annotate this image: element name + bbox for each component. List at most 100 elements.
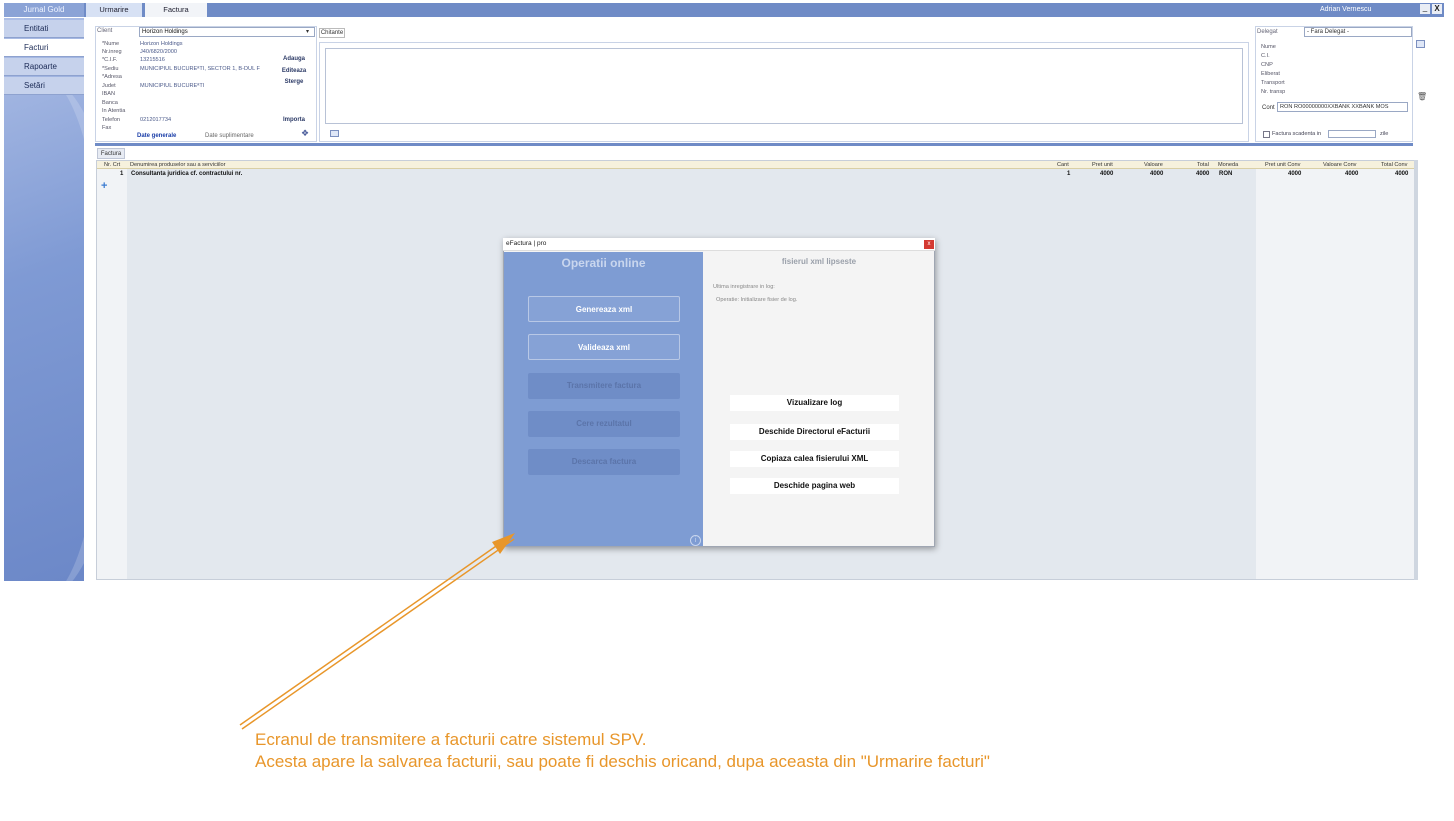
sidebar-item-setari[interactable]: Setări xyxy=(4,77,84,95)
genereaza-xml-button[interactable]: Genereaza xml xyxy=(528,296,680,322)
client-select[interactable]: Horizon Holdings xyxy=(139,27,315,37)
delegat-field-label: Nume xyxy=(1261,44,1276,50)
delete-client-button[interactable]: Sterge xyxy=(278,79,310,85)
scadenta-days-input[interactable] xyxy=(1328,130,1376,138)
cere-rezultatul-button[interactable]: Cere rezultatul xyxy=(528,411,680,437)
scadenta-unit: zile xyxy=(1380,131,1389,137)
sidebar-item-rapoarte[interactable]: Rapoarte xyxy=(4,58,84,76)
grid-row-header xyxy=(97,168,127,579)
column-header[interactable]: Valoare xyxy=(1144,161,1163,169)
client-field-label: *Adresa xyxy=(102,74,122,80)
delegat-label: Delegat xyxy=(1257,29,1278,35)
chitante-list[interactable] xyxy=(325,48,1243,124)
sidebar-item-facturi[interactable]: Facturi xyxy=(4,39,84,57)
section-separator xyxy=(95,143,1413,146)
client-label: Client xyxy=(97,28,113,34)
annotation-line-2: Acesta apare la salvarea facturii, sau p… xyxy=(255,752,990,771)
client-field-value: J40/6820/2000 xyxy=(140,49,178,55)
close-window-button[interactable]: X xyxy=(1432,4,1442,14)
chevron-down-icon[interactable]: ▾ xyxy=(306,28,309,35)
tab-factura[interactable]: Factura xyxy=(145,3,207,17)
transmitere-factura-button[interactable]: Transmitere factura xyxy=(528,373,680,399)
column-header[interactable]: Total xyxy=(1197,161,1209,169)
cell-value[interactable]: 4000 xyxy=(1150,170,1163,178)
sidebar-item-entitati[interactable]: Entitati xyxy=(4,20,84,38)
app-title: Jurnal Gold xyxy=(4,3,84,17)
operations-title: Operatii online xyxy=(561,256,646,270)
cell-unit-price[interactable]: 4000 xyxy=(1100,170,1113,178)
cell-quantity[interactable]: 1 xyxy=(1067,170,1070,178)
cont-label: Cont xyxy=(1262,105,1275,111)
dialog-title: eFactura | pro xyxy=(506,240,547,247)
client-field-label: *C.I.F. xyxy=(102,57,118,63)
client-field-label: *Sediu xyxy=(102,66,119,72)
column-header[interactable]: Moneda xyxy=(1218,161,1238,169)
annotation-arrow xyxy=(239,533,515,730)
last-log-operation: Operatie: Initializare fisier de log. xyxy=(716,297,798,303)
cell-nr-crt[interactable]: 1 xyxy=(120,170,123,178)
sidebar xyxy=(4,18,84,581)
user-name: Adrian Vernescu xyxy=(1320,6,1372,13)
column-header[interactable]: Pret unit xyxy=(1092,161,1113,169)
top-bar xyxy=(4,3,1444,17)
client-field-value: MUNICIPIUL BUCUREªTI, SECTOR 1, B-DUL F xyxy=(140,66,260,72)
edit-client-button[interactable]: Editeaza xyxy=(278,68,310,74)
sidebar-decoration xyxy=(4,78,84,581)
delegat-field-label: Eliberat xyxy=(1261,71,1280,77)
grid-conv-area xyxy=(1256,168,1414,579)
scadenta-checkbox[interactable] xyxy=(1263,131,1270,138)
cont-select[interactable]: RON RO00000000XXBANK XXBANK MOS xyxy=(1277,102,1408,112)
import-client-button[interactable]: Importa xyxy=(278,117,310,123)
cell-product-name[interactable]: Consultanta juridica cf. contractului nr… xyxy=(131,170,242,178)
scadenta-label: Factura scadenta in xyxy=(1272,131,1322,137)
client-field-value: 0212017734 xyxy=(140,117,172,123)
client-field-value: MUNICIPIUL BUCUREªTI xyxy=(140,83,205,89)
minimize-button[interactable]: _ xyxy=(1420,4,1430,14)
deschide-director-button[interactable]: Deschide Directorul eFacturii xyxy=(730,424,899,440)
column-header[interactable]: Denumirea produselor sau a serviciilor xyxy=(130,161,225,169)
column-header[interactable]: Pret unit Conv xyxy=(1265,161,1300,169)
client-field-label: Judet xyxy=(102,83,116,89)
cell-currency[interactable]: RON xyxy=(1219,170,1232,178)
grid-scrollbar[interactable] xyxy=(1414,160,1418,580)
trash-icon[interactable]: 🗑 xyxy=(1417,92,1427,101)
vizualizare-log-button[interactable]: Vizualizare log xyxy=(730,395,899,411)
tab-chitante[interactable]: Chitante xyxy=(319,28,345,38)
client-field-label: *Nume xyxy=(102,41,120,47)
client-field-value: 13215516 xyxy=(140,57,165,63)
add-client-button[interactable]: Adauga xyxy=(278,56,310,62)
cell-total[interactable]: 4000 xyxy=(1196,170,1209,178)
client-field-value: Horizon Holdings xyxy=(140,41,183,47)
client-field-label: Telefon xyxy=(102,117,121,123)
tab-factura-grid[interactable]: Factura xyxy=(97,148,125,159)
client-field-label: IBAN xyxy=(102,91,116,97)
dialog-close-button[interactable]: x xyxy=(924,240,934,249)
add-row-icon[interactable]: + xyxy=(101,180,107,192)
column-header[interactable]: Cant xyxy=(1057,161,1069,169)
save-icon[interactable] xyxy=(1416,40,1425,48)
add-chitanta-icon[interactable] xyxy=(330,130,339,137)
delegat-field-label: CNP xyxy=(1261,62,1273,68)
tab-date-generale[interactable]: Date generale xyxy=(137,133,176,139)
tab-urmarire[interactable]: Urmarire xyxy=(86,3,142,17)
delegat-field-label: Nr. transp xyxy=(1261,89,1286,95)
cell-total-conv[interactable]: 4000 xyxy=(1395,170,1408,178)
column-header[interactable]: Total Conv xyxy=(1381,161,1407,169)
client-field-label: Fax xyxy=(102,125,112,131)
dialog-titlebar xyxy=(503,238,935,251)
cell-value-conv[interactable]: 4000 xyxy=(1345,170,1358,178)
info-icon[interactable]: i xyxy=(690,535,701,546)
client-field-label: In Atentia xyxy=(102,108,126,114)
tab-date-suplimentare[interactable]: Date suplimentare xyxy=(205,133,254,139)
cell-unit-price-conv[interactable]: 4000 xyxy=(1288,170,1301,178)
refresh-icon[interactable]: ❖ xyxy=(301,128,309,139)
last-log-label: Ultima inregistrare in log: xyxy=(713,284,775,290)
valideaza-xml-button[interactable]: Valideaza xml xyxy=(528,334,680,360)
delegat-select[interactable]: - Fara Delegat - xyxy=(1304,27,1412,37)
deschide-pagina-web-button[interactable]: Deschide pagina web xyxy=(730,478,899,494)
copiaza-cale-xml-button[interactable]: Copiaza calea fisierului XML xyxy=(730,451,899,467)
descarca-factura-button[interactable]: Descarca factura xyxy=(528,449,680,475)
column-header[interactable]: Nr. Crt xyxy=(104,161,120,169)
column-header[interactable]: Valoare Conv xyxy=(1323,161,1356,169)
annotation-line-1: Ecranul de transmitere a facturii catre … xyxy=(255,730,647,749)
